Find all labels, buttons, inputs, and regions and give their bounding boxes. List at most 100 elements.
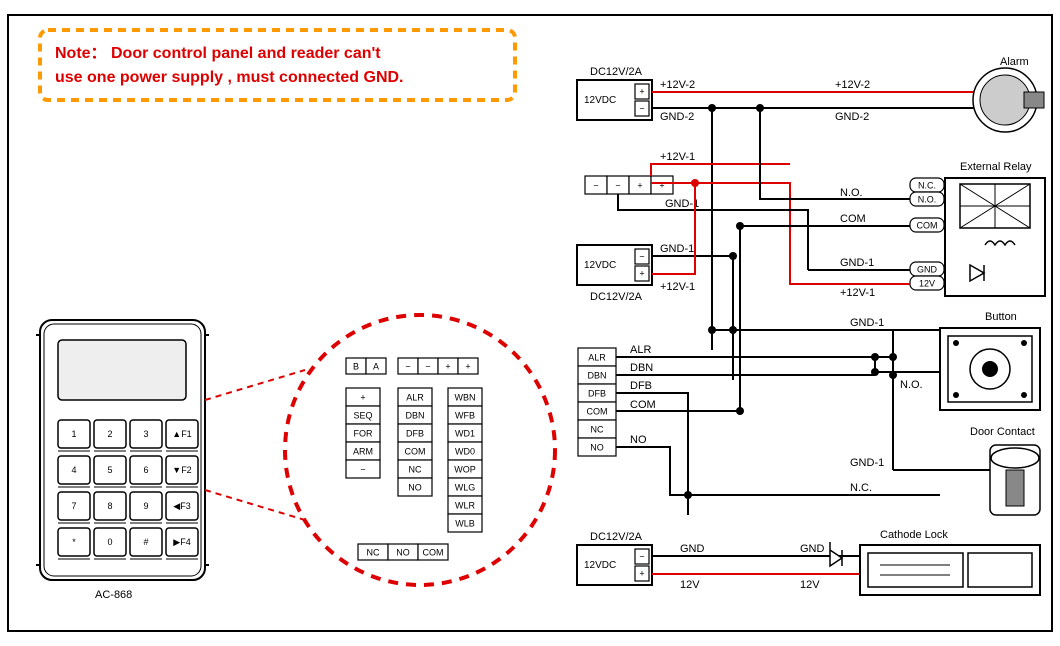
svg-text:ALR: ALR	[588, 352, 606, 362]
svg-text:Cathode Lock: Cathode Lock	[880, 529, 948, 541]
svg-text:ALR: ALR	[630, 344, 651, 356]
svg-text:12VDC: 12VDC	[584, 260, 616, 271]
svg-text:*: *	[72, 537, 76, 547]
svg-text:9: 9	[143, 501, 148, 511]
svg-text:ARM: ARM	[353, 446, 373, 456]
svg-text:12VDC: 12VDC	[584, 560, 616, 571]
svg-text:N.O.: N.O.	[900, 379, 923, 391]
svg-text:+: +	[639, 86, 644, 96]
svg-text:+: +	[639, 568, 644, 578]
svg-text:External Relay: External Relay	[960, 161, 1032, 173]
svg-text:DBN: DBN	[405, 410, 424, 420]
svg-text:NO: NO	[396, 547, 410, 557]
svg-text:−: −	[639, 551, 644, 561]
svg-text:+: +	[659, 180, 664, 190]
svg-text:0: 0	[107, 537, 112, 547]
svg-text:DBN: DBN	[630, 362, 653, 374]
svg-text:−: −	[425, 361, 430, 371]
svg-text:Button: Button	[985, 311, 1017, 323]
svg-text:+12V-1: +12V-1	[660, 151, 695, 163]
svg-text:N.O.: N.O.	[840, 187, 863, 199]
svg-text:GND: GND	[680, 543, 705, 555]
svg-text:NO: NO	[590, 442, 604, 452]
svg-text:−: −	[360, 464, 365, 474]
svg-text:−: −	[405, 361, 410, 371]
svg-text:Alarm: Alarm	[1000, 56, 1029, 68]
svg-text:3: 3	[143, 429, 148, 439]
svg-text:DFB: DFB	[406, 428, 424, 438]
svg-text:N.O.: N.O.	[918, 194, 937, 204]
svg-text:−: −	[639, 251, 644, 261]
svg-text:+12V-2: +12V-2	[835, 79, 870, 91]
svg-text:1: 1	[71, 429, 76, 439]
svg-text:GND: GND	[917, 264, 938, 274]
svg-text:5: 5	[107, 465, 112, 475]
svg-text:COM: COM	[917, 220, 938, 230]
svg-text:COM: COM	[630, 399, 656, 411]
svg-text:DFB: DFB	[588, 388, 606, 398]
svg-text:WLG: WLG	[455, 482, 476, 492]
svg-text:NO: NO	[630, 434, 647, 446]
svg-text:ALR: ALR	[406, 392, 424, 402]
note-line2: use one power supply , must connected GN…	[55, 69, 404, 86]
svg-text:12V: 12V	[800, 579, 820, 591]
svg-text:N.C.: N.C.	[918, 180, 936, 190]
svg-text:DFB: DFB	[630, 380, 652, 392]
svg-text:+: +	[360, 392, 365, 402]
svg-text:Door Contact: Door Contact	[970, 426, 1035, 438]
svg-text:2: 2	[107, 429, 112, 439]
svg-text:7: 7	[71, 501, 76, 511]
svg-text:GND-1: GND-1	[850, 317, 884, 329]
svg-text:COM: COM	[423, 547, 444, 557]
svg-text:WD1: WD1	[455, 428, 475, 438]
svg-text:+12V-2: +12V-2	[660, 79, 695, 91]
svg-text:GND-1: GND-1	[660, 243, 694, 255]
svg-text:+: +	[639, 268, 644, 278]
svg-text:−: −	[615, 180, 620, 190]
device-screen	[58, 340, 186, 400]
svg-text:SEQ: SEQ	[353, 410, 372, 420]
svg-text:WOP: WOP	[454, 464, 476, 474]
svg-text:GND-2: GND-2	[660, 111, 694, 123]
svg-text:GND-1: GND-1	[850, 457, 884, 469]
svg-text:COM: COM	[405, 446, 426, 456]
svg-text:GND-2: GND-2	[835, 111, 869, 123]
svg-text:+12V-1: +12V-1	[840, 287, 875, 299]
svg-text:▶F4: ▶F4	[173, 537, 190, 547]
svg-text:NC: NC	[367, 547, 380, 557]
svg-text:12V: 12V	[919, 278, 935, 288]
svg-text:GND-1: GND-1	[840, 257, 874, 269]
svg-text:WFB: WFB	[455, 410, 475, 420]
svg-text:GND: GND	[800, 543, 825, 555]
svg-text:DBN: DBN	[587, 370, 606, 380]
svg-text:DC12V/2A: DC12V/2A	[590, 531, 643, 543]
device-model: AC-868	[95, 589, 132, 601]
svg-text:DC12V/2A: DC12V/2A	[590, 66, 643, 78]
svg-text:+12V-1: +12V-1	[660, 281, 695, 293]
svg-text:+: +	[465, 361, 470, 371]
svg-text:WBN: WBN	[455, 392, 476, 402]
external-relay: External Relay N.C. N.O. COM GND 12V	[910, 161, 1045, 296]
svg-text:WLB: WLB	[455, 518, 475, 528]
svg-text:−: −	[639, 103, 644, 113]
svg-text:12VDC: 12VDC	[584, 95, 616, 106]
svg-text:−: −	[593, 180, 598, 190]
note-line1: Note： Door control panel and reader can'…	[55, 45, 381, 62]
svg-text:B: B	[353, 361, 359, 371]
svg-text:#: #	[143, 537, 148, 547]
conn-block: ALR DBN DFB COM NC NO	[578, 348, 616, 456]
svg-text:8: 8	[107, 501, 112, 511]
svg-text:DC12V/2A: DC12V/2A	[590, 291, 643, 303]
svg-text:N.C.: N.C.	[850, 482, 872, 494]
svg-text:12V: 12V	[680, 579, 700, 591]
svg-text:NC: NC	[591, 424, 604, 434]
svg-text:COM: COM	[587, 406, 608, 416]
svg-text:FOR: FOR	[354, 428, 373, 438]
svg-text:◀F3: ◀F3	[173, 501, 190, 511]
svg-text:NC: NC	[409, 464, 422, 474]
svg-text:▲F1: ▲F1	[172, 429, 191, 439]
device-ac868: 123▲F1456▼F2789◀F3*0#▶F4 AC-868	[36, 320, 209, 601]
svg-text:+: +	[445, 361, 450, 371]
svg-text:NO: NO	[408, 482, 422, 492]
svg-text:WD0: WD0	[455, 446, 475, 456]
